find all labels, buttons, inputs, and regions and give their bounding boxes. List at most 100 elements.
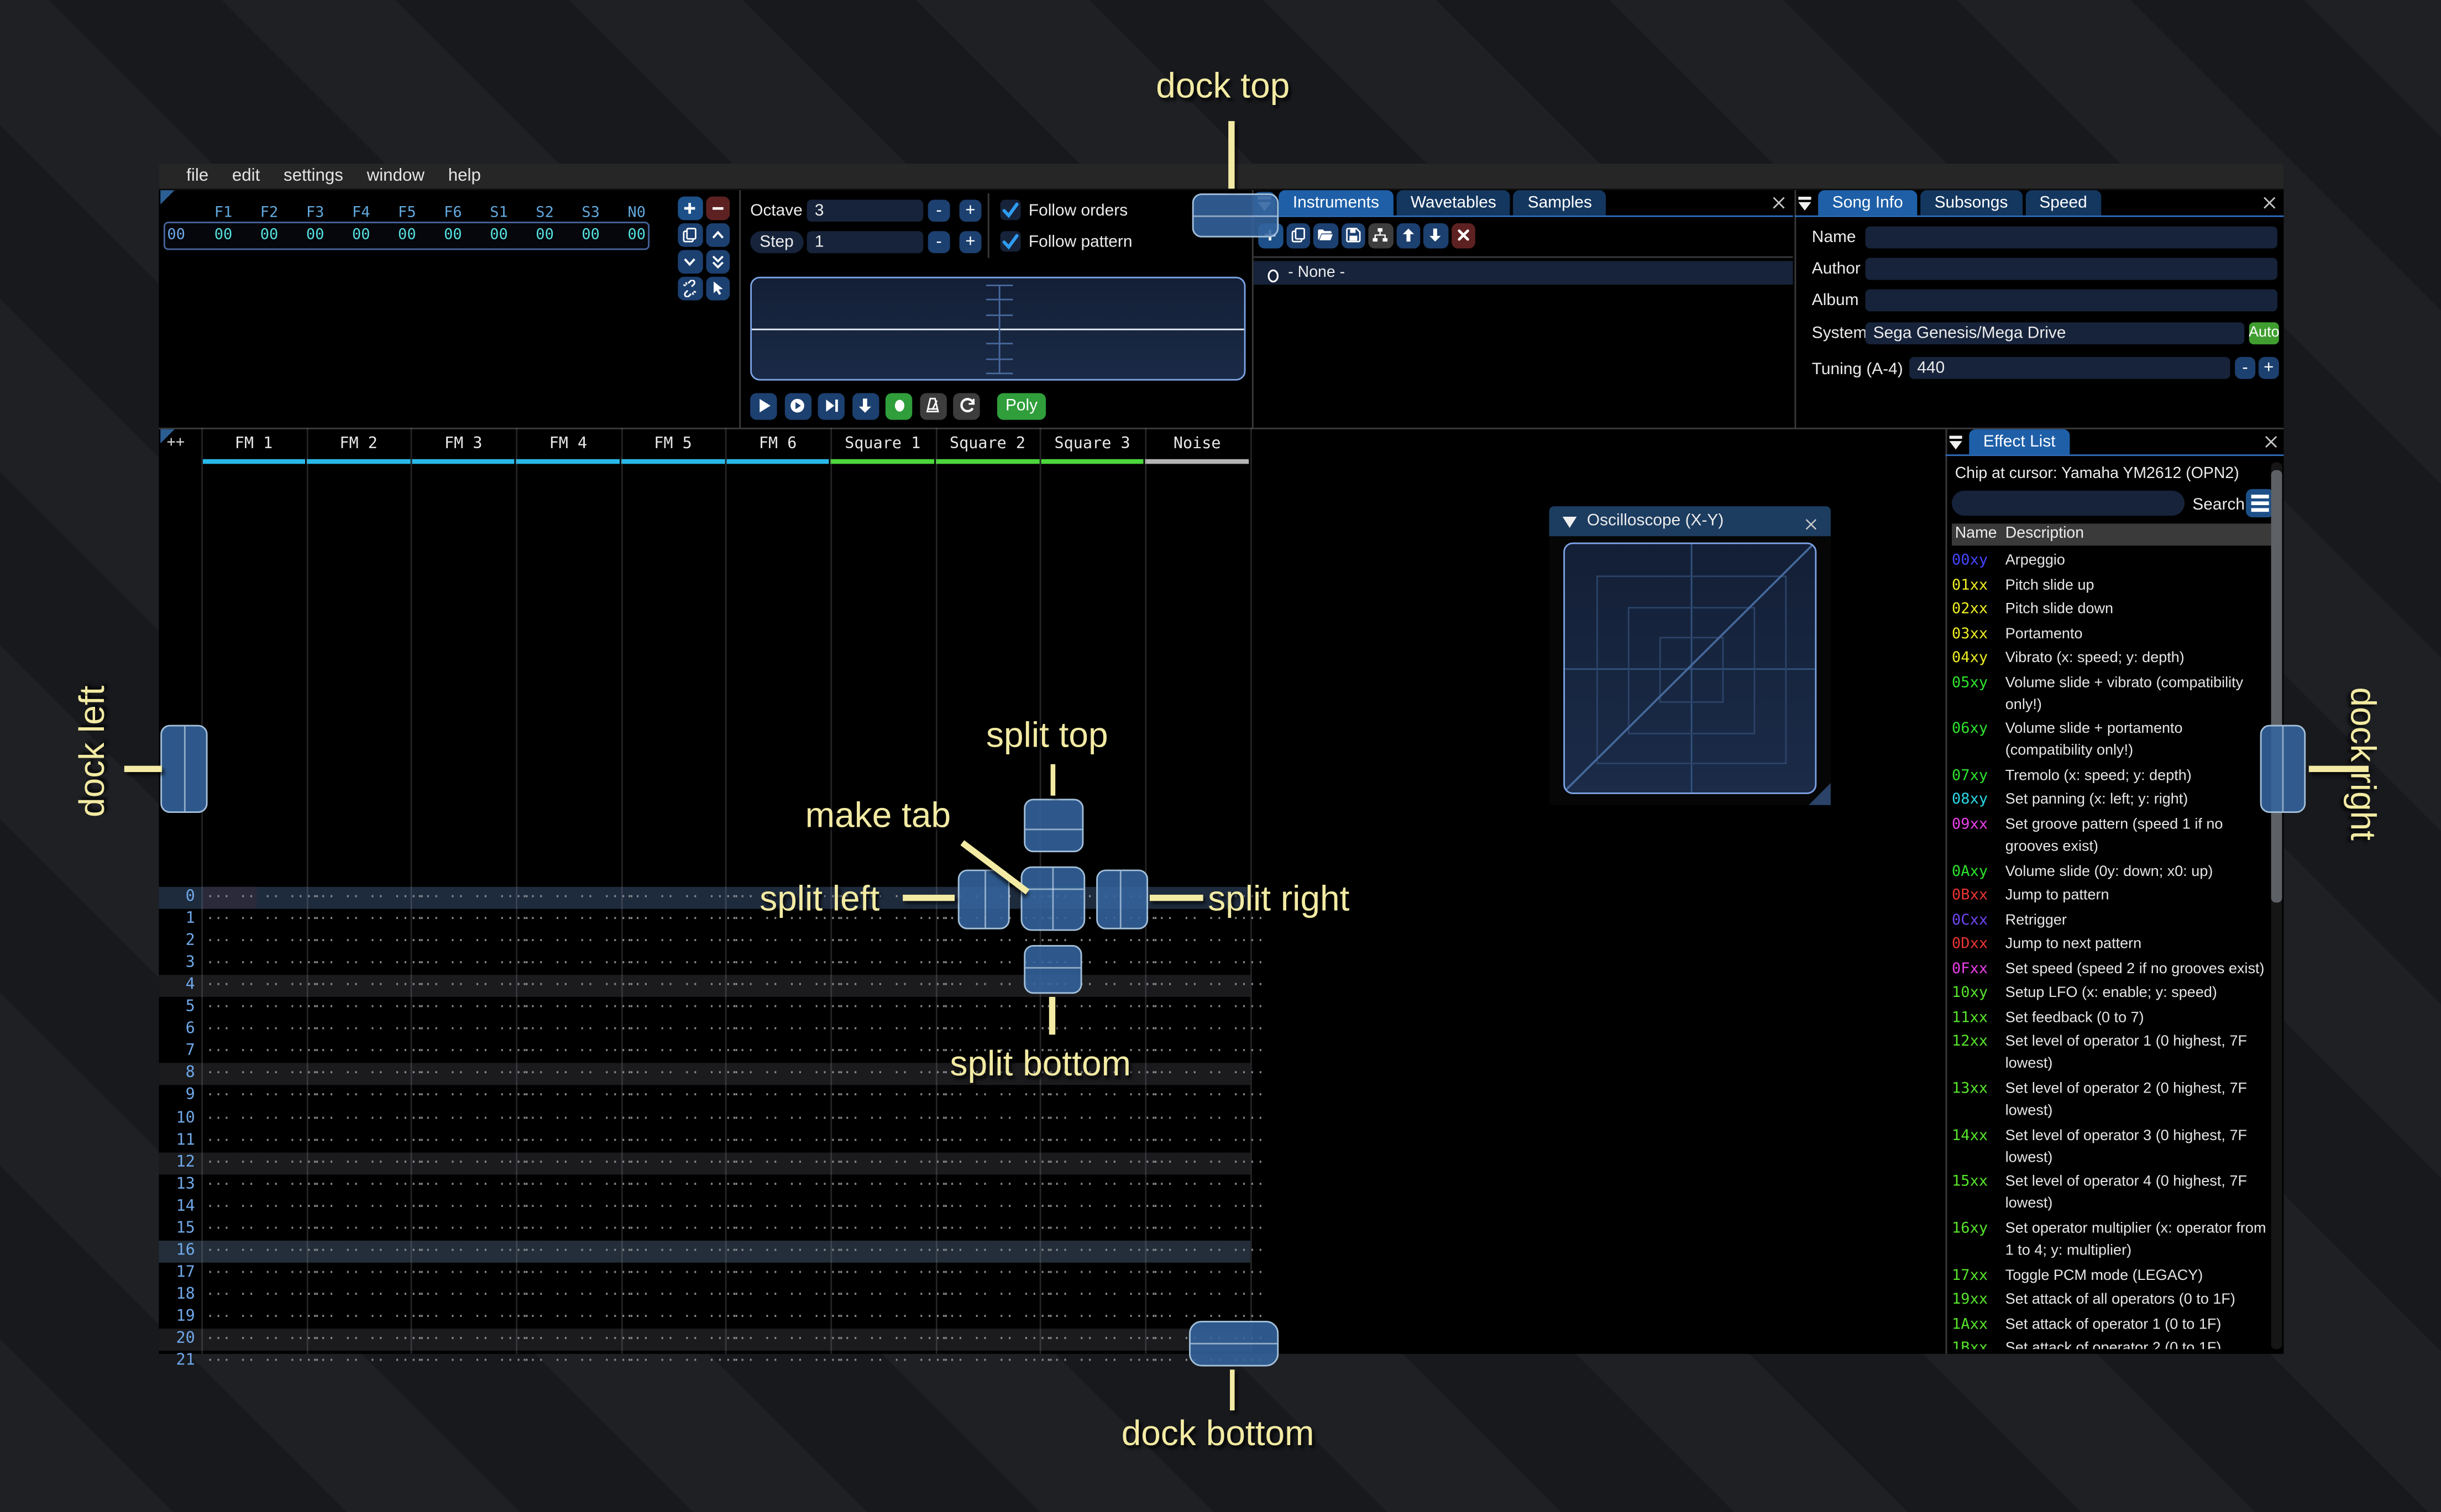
pattern-cell-empty[interactable]: ··· ·· ·· ····	[1149, 1108, 1264, 1132]
pattern-row[interactable]: 6 ··· ·· ·· ···· ··· ·· ·· ···· ··· ·· ·· ·…	[159, 1020, 1265, 1043]
pattern-cell-empty[interactable]: ··· ·· ·· ····	[416, 1174, 531, 1198]
pattern-cell-empty[interactable]: ··· ·· ·· ····	[940, 998, 1055, 1021]
pattern-cell-empty[interactable]: ··· ·· ·· ····	[521, 1174, 636, 1198]
system-auto-button[interactable]: Auto	[2249, 321, 2279, 344]
pattern-cell-empty[interactable]: ··· ·· ·· ····	[1149, 931, 1264, 955]
orders-cell[interactable]: 00	[627, 227, 646, 244]
pattern-cell-empty[interactable]: ··· ·· ·· ····	[625, 1020, 740, 1043]
menu-item-settings[interactable]: settings	[272, 166, 355, 185]
pattern-cell-empty[interactable]: ··· ·· ·· ····	[1045, 1306, 1160, 1330]
pattern-row[interactable]: 18 ··· ·· ·· ···· ··· ·· ·· ···· ··· ·· ·· …	[159, 1284, 1265, 1308]
pattern-cell-empty[interactable]: ··· ·· ·· ····	[835, 1351, 950, 1374]
pattern-cell-empty[interactable]: ··· ·· ·· ····	[625, 1240, 740, 1264]
channel-header-square-3[interactable]: Square 3	[1040, 431, 1145, 458]
pattern-cell-empty[interactable]: ··· ·· ·· ····	[206, 953, 321, 977]
dock-bottom-target[interactable]	[1188, 1321, 1278, 1366]
pattern-cell-empty[interactable]: ··· ·· ·· ····	[521, 1152, 636, 1175]
pattern-cell-empty[interactable]: ··· ·· ·· ····	[730, 1174, 845, 1198]
pattern-cell-empty[interactable]: ··· ·· ·· ····	[730, 1020, 845, 1043]
pattern-cell-empty[interactable]: ··· ·· ·· ····	[206, 931, 321, 955]
tab-song-info[interactable]: Song Info	[1818, 189, 1918, 215]
pattern-cell-empty[interactable]: ··· ·· ·· ····	[206, 1351, 321, 1374]
pattern-cell-empty[interactable]: ··· ·· ·· ····	[1149, 1020, 1264, 1043]
effect-row-07xy[interactable]: 07xy Tremolo (x: speed; y: depth)	[1952, 765, 2272, 790]
step-row-button[interactable]	[851, 393, 879, 419]
collapse-icon[interactable]	[1794, 191, 1815, 215]
pattern-cell-empty[interactable]: ··· ·· ·· ····	[835, 1020, 950, 1043]
pattern-cell-empty[interactable]: ··· ·· ·· ····	[521, 887, 636, 911]
pattern-cell-empty[interactable]: ··· ·· ·· ····	[625, 1218, 740, 1242]
pattern-cell-empty[interactable]: ··· ·· ·· ····	[835, 1086, 950, 1110]
orders-cell[interactable]: 00	[582, 227, 600, 244]
pattern-cell-empty[interactable]: ··· ·· ·· ····	[625, 1284, 740, 1308]
oscilloscope-xy-titlebar[interactable]: Oscilloscope (X-Y)	[1549, 506, 1831, 536]
pattern-cell-empty[interactable]: ··· ·· ·· ····	[835, 1218, 950, 1242]
pattern-cell-empty[interactable]: ··· ·· ·· ····	[521, 1218, 636, 1242]
pattern-cell-empty[interactable]: ··· ·· ·· ····	[730, 1351, 845, 1374]
pattern-cell-empty[interactable]: ··· ·· ·· ····	[1149, 1196, 1264, 1220]
pattern-cell-empty[interactable]: ··· ·· ·· ····	[1045, 1108, 1160, 1132]
pattern-cell-empty[interactable]: ··· ·· ·· ····	[1149, 1064, 1264, 1088]
orders-cell[interactable]: 00	[260, 227, 279, 244]
pattern-cell-empty[interactable]: ··· ·· ·· ····	[521, 1130, 636, 1153]
pattern-cell-empty[interactable]: ··· ·· ·· ····	[940, 1218, 1055, 1242]
pattern-cell-empty[interactable]: ··· ·· ·· ····	[416, 1020, 531, 1043]
instrument-save-button[interactable]	[1340, 223, 1365, 248]
pattern-cell-empty[interactable]: ··· ·· ·· ····	[416, 1284, 531, 1308]
record-button[interactable]	[885, 393, 913, 419]
pattern-cell-empty[interactable]: ··· ·· ·· ····	[1045, 1152, 1160, 1175]
pattern-cell-empty[interactable]: ··· ·· ·· ····	[521, 1064, 636, 1088]
pattern-cell-empty[interactable]: ··· ·· ·· ····	[416, 953, 531, 977]
menu-item-window[interactable]: window	[355, 166, 436, 185]
instrument-move-up-button[interactable]	[1396, 223, 1421, 248]
author-input[interactable]	[1865, 257, 2277, 280]
effect-row-00xy[interactable]: 00xy Arpeggio	[1952, 550, 2272, 575]
pattern-cell-empty[interactable]: ··· ·· ·· ····	[206, 887, 321, 911]
pattern-cell-empty[interactable]: ··· ·· ·· ····	[206, 1152, 321, 1175]
resize-grip[interactable]	[1809, 783, 1831, 805]
pattern-cell-empty[interactable]: ··· ·· ·· ····	[625, 1108, 740, 1132]
instruments-close-icon[interactable]	[1769, 192, 1788, 211]
pattern-cell-empty[interactable]: ··· ·· ·· ····	[416, 1152, 531, 1175]
pattern-cell-empty[interactable]: ··· ·· ·· ····	[835, 1130, 950, 1153]
pattern-cell-empty[interactable]: ··· ·· ·· ····	[625, 1130, 740, 1153]
effect-row-06xy[interactable]: 06xy Volume slide + portamento (compatibi…	[1952, 719, 2272, 766]
pattern-cell-empty[interactable]: ··· ·· ·· ····	[940, 1108, 1055, 1132]
pattern-cell-empty[interactable]: ··· ·· ·· ····	[730, 1262, 845, 1286]
pattern-cell-empty[interactable]: ··· ·· ·· ····	[206, 1042, 321, 1065]
pattern-cell-empty[interactable]: ··· ·· ·· ····	[206, 909, 321, 933]
pattern-cell-empty[interactable]: ··· ·· ·· ····	[416, 1329, 531, 1352]
pattern-cell-empty[interactable]: ··· ·· ·· ····	[940, 1306, 1055, 1330]
pattern-cell-empty[interactable]: ··· ·· ·· ····	[416, 1108, 531, 1132]
pattern-cell-empty[interactable]: ··· ·· ·· ····	[416, 1240, 531, 1264]
pattern-row[interactable]: 13 ··· ·· ·· ···· ··· ·· ·· ···· ··· ·· ·· …	[159, 1174, 1265, 1198]
pattern-row[interactable]: 2 ··· ·· ·· ···· ··· ·· ·· ···· ··· ·· ·· ·…	[159, 931, 1265, 955]
pattern-cell-empty[interactable]: ··· ·· ·· ····	[416, 998, 531, 1021]
dock-top-target[interactable]	[1191, 192, 1278, 237]
pattern-row[interactable]: 14 ··· ·· ·· ···· ··· ·· ·· ···· ··· ·· ·· …	[159, 1196, 1265, 1220]
pattern-cell-empty[interactable]: ··· ·· ·· ····	[206, 1262, 321, 1286]
pattern-row[interactable]: 5 ··· ·· ·· ···· ··· ·· ·· ···· ··· ·· ·· ·…	[159, 998, 1265, 1021]
pattern-cell-empty[interactable]: ··· ·· ·· ····	[730, 998, 845, 1021]
orders-cell[interactable]: 00	[536, 227, 554, 244]
pattern-cell-empty[interactable]: ··· ·· ·· ····	[311, 1262, 426, 1286]
collapse-icon[interactable]	[1560, 511, 1579, 530]
orders-cell[interactable]: 00	[306, 227, 324, 244]
channel-header-fm-3[interactable]: FM 3	[411, 431, 516, 458]
follow-pattern-checkbox[interactable]	[1000, 230, 1021, 251]
pattern-cell-empty[interactable]: ··· ·· ·· ····	[311, 909, 426, 933]
pattern-cell-empty[interactable]: ··· ·· ·· ····	[206, 1174, 321, 1198]
pattern-cell-empty[interactable]: ··· ·· ·· ····	[521, 1306, 636, 1330]
pattern-cell-empty[interactable]: ··· ·· ·· ····	[1149, 1130, 1264, 1153]
pattern-cell-empty[interactable]: ··· ·· ·· ····	[730, 1306, 845, 1330]
order-add-button[interactable]	[678, 196, 703, 221]
pattern-cell-empty[interactable]: ··· ·· ·· ····	[416, 1196, 531, 1220]
pattern-cell-empty[interactable]: ··· ·· ·· ····	[311, 931, 426, 955]
channel-header-fm-5[interactable]: FM 5	[621, 431, 726, 458]
pattern-cell-empty[interactable]: ··· ·· ·· ····	[416, 1306, 531, 1330]
pattern-cell-empty[interactable]: ··· ·· ·· ····	[311, 1174, 426, 1198]
pattern-cell-empty[interactable]: ··· ·· ·· ····	[730, 1196, 845, 1220]
order-deep-clone-button[interactable]	[678, 276, 703, 301]
pattern-cell-empty[interactable]: ··· ·· ·· ····	[521, 1108, 636, 1132]
collapse-icon[interactable]	[1946, 430, 1966, 454]
